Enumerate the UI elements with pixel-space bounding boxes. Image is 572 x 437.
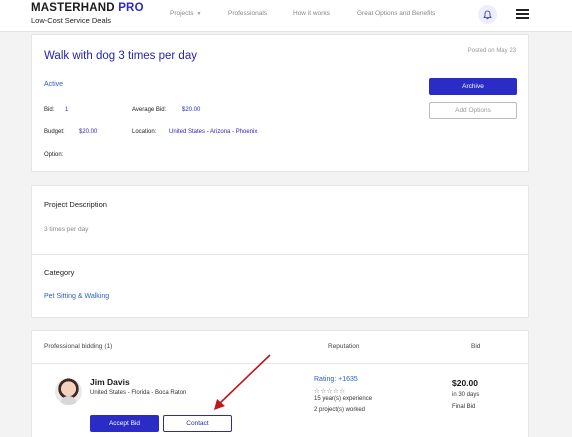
bid-duration: in 30 days — [452, 392, 480, 398]
location-value: United States - Arizona - Phoenix — [169, 129, 258, 135]
experience-text: 15 year(s) experience — [314, 396, 373, 402]
top-header: MASTERHAND PRO Low-Cost Service Deals Pr… — [0, 0, 572, 32]
average-bid-value: $20.00 — [182, 107, 201, 113]
option-label: Option: — [44, 152, 64, 158]
brand-name: MASTERHAND PRO — [31, 2, 144, 14]
bid-column-header: Bid — [471, 343, 481, 350]
divider — [32, 363, 528, 364]
nav-how-it-works[interactable]: How it works — [293, 10, 330, 17]
budget-label: Budget: — [44, 129, 65, 135]
nav-options-benefits[interactable]: Great Options and Benefits — [357, 10, 435, 17]
avatar[interactable] — [55, 378, 82, 405]
add-options-button[interactable]: Add Options — [429, 102, 517, 119]
contact-button[interactable]: Contact — [163, 415, 232, 432]
description-heading: Project Description — [44, 200, 107, 209]
nav-projects[interactable]: Projects ▼ — [170, 10, 201, 17]
archive-button[interactable]: Archive — [429, 78, 517, 95]
status-badge: Active — [44, 81, 64, 88]
bid-count: 1 — [65, 107, 69, 113]
rating-link[interactable]: Rating: +1635 — [314, 376, 358, 383]
brand-tagline: Low-Cost Service Deals — [31, 16, 112, 25]
category-link[interactable]: Pet Sitting & Walking — [44, 293, 109, 300]
nav-professionals[interactable]: Professionals — [228, 10, 267, 17]
brand-logo[interactable]: MASTERHAND PRO Low-Cost Service Deals — [31, 2, 144, 25]
project-details-card: Project Description 3 times per day Cate… — [31, 185, 529, 318]
description-text: 3 times per day — [44, 226, 89, 233]
project-title: Walk with dog 3 times per day — [44, 50, 197, 62]
bid-amount: $20.00 — [452, 378, 478, 388]
projects-worked-text: 2 project(s) worked — [314, 407, 366, 413]
average-bid-label: Average Bid: — [132, 107, 167, 113]
budget-value: $20.00 — [79, 129, 98, 135]
professional-name[interactable]: Jim Davis — [90, 377, 130, 387]
bidding-card: Professional bidding (1) Reputation Bid … — [31, 330, 529, 437]
bid-status: Final Bid — [452, 404, 476, 410]
project-summary-card: Walk with dog 3 times per day Posted on … — [31, 34, 529, 172]
category-heading: Category — [44, 268, 75, 277]
bidding-heading: Professional bidding (1) — [44, 343, 113, 350]
location-label: Location: — [132, 129, 157, 135]
star-rating: ☆☆☆☆☆ — [314, 388, 346, 395]
divider — [32, 254, 528, 255]
hamburger-menu-icon[interactable] — [516, 9, 529, 19]
chevron-down-icon: ▼ — [196, 11, 202, 17]
reputation-column-header: Reputation — [328, 343, 360, 350]
accept-bid-button[interactable]: Accept Bid — [90, 415, 159, 432]
professional-location: United States - Florida - Boca Raton — [90, 390, 187, 396]
bid-label: Bid: — [44, 107, 55, 113]
posted-date: Posted on May 23 — [467, 48, 516, 54]
bell-icon[interactable] — [478, 5, 497, 24]
